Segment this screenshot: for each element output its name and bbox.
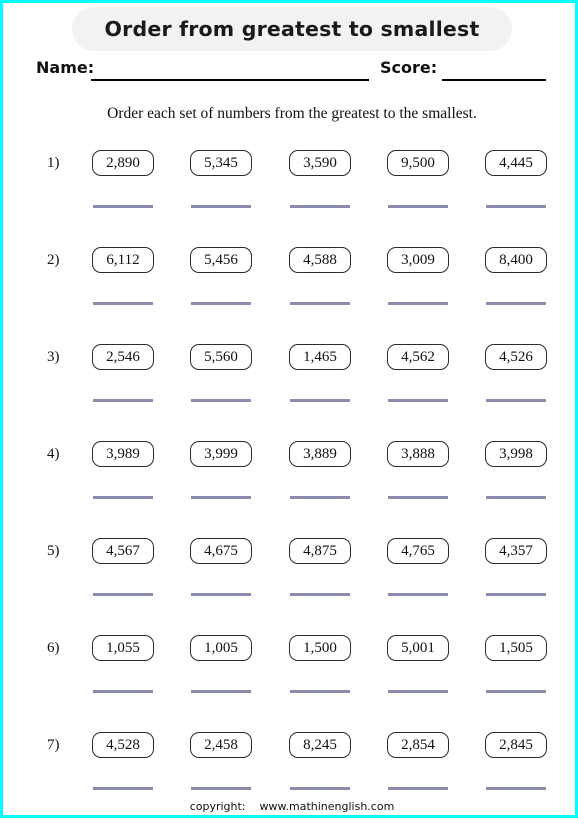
- problem-row: 4) 3,989 3,999 3,889 3,888 3,998: [3, 436, 578, 526]
- answer-blank[interactable]: [486, 787, 546, 790]
- answer-blank[interactable]: [93, 399, 153, 402]
- number-box: 5,560: [190, 344, 252, 370]
- number-box: 4,357: [485, 538, 547, 564]
- number-box: 3,590: [289, 150, 351, 176]
- number-box: 4,528: [92, 732, 154, 758]
- number-box: 5,345: [190, 150, 252, 176]
- number-box: 4,875: [289, 538, 351, 564]
- number-box: 4,526: [485, 344, 547, 370]
- answer-blank[interactable]: [388, 302, 448, 305]
- row-number-label: 7): [47, 737, 60, 753]
- number-box: 1,005: [190, 635, 252, 661]
- answer-blank[interactable]: [486, 399, 546, 402]
- answer-blank[interactable]: [486, 593, 546, 596]
- number-box: 3,989: [92, 441, 154, 467]
- answer-blank[interactable]: [290, 690, 350, 693]
- answer-blank[interactable]: [290, 205, 350, 208]
- number-box: 1,465: [289, 344, 351, 370]
- number-box: 3,998: [485, 441, 547, 467]
- number-box: 4,765: [387, 538, 449, 564]
- answer-blank[interactable]: [191, 205, 251, 208]
- answer-blank[interactable]: [486, 302, 546, 305]
- number-box: 8,245: [289, 732, 351, 758]
- number-box: 3,888: [387, 441, 449, 467]
- row-number-label: 5): [47, 543, 60, 559]
- number-box: 1,505: [485, 635, 547, 661]
- website-url: www.mathinenglish.com: [259, 800, 395, 813]
- answer-blank[interactable]: [486, 496, 546, 499]
- number-box: 6,112: [92, 247, 154, 273]
- copyright-label: copyright:: [189, 800, 246, 813]
- answer-blank[interactable]: [93, 205, 153, 208]
- answer-blank[interactable]: [388, 593, 448, 596]
- answer-blank[interactable]: [388, 399, 448, 402]
- answer-blank[interactable]: [93, 302, 153, 305]
- number-box: 2,546: [92, 344, 154, 370]
- answer-blank[interactable]: [191, 787, 251, 790]
- row-number-label: 3): [47, 349, 60, 365]
- row-number-label: 4): [47, 446, 60, 462]
- problem-row: 5) 4,567 4,675 4,875 4,765 4,357: [3, 533, 578, 623]
- number-box: 9,500: [387, 150, 449, 176]
- answer-blank[interactable]: [191, 593, 251, 596]
- answer-blank[interactable]: [93, 593, 153, 596]
- answer-blank[interactable]: [290, 399, 350, 402]
- number-box: 8,400: [485, 247, 547, 273]
- worksheet-page: Order from greatest to smallest Name: Sc…: [0, 0, 578, 818]
- problem-row: 6) 1,055 1,005 1,500 5,001 1,505: [3, 630, 578, 720]
- number-box: 5,456: [190, 247, 252, 273]
- number-box: 3,009: [387, 247, 449, 273]
- number-box: 2,458: [190, 732, 252, 758]
- answer-blank[interactable]: [191, 399, 251, 402]
- problem-row: 1) 2,890 5,345 3,590 9,500 4,445: [3, 145, 578, 235]
- answer-blank[interactable]: [388, 496, 448, 499]
- answer-blank[interactable]: [486, 690, 546, 693]
- answer-blank[interactable]: [290, 496, 350, 499]
- row-number-label: 2): [47, 252, 60, 268]
- problem-row: 2) 6,112 5,456 4,588 3,009 8,400: [3, 242, 578, 332]
- number-box: 4,562: [387, 344, 449, 370]
- problem-rows: 1) 2,890 5,345 3,590 9,500 4,445 2) 6,112 5,456 4…: [3, 3, 578, 821]
- answer-blank[interactable]: [290, 593, 350, 596]
- answer-blank[interactable]: [93, 496, 153, 499]
- answer-blank[interactable]: [388, 787, 448, 790]
- answer-blank[interactable]: [191, 496, 251, 499]
- number-box: 2,854: [387, 732, 449, 758]
- number-box: 1,055: [92, 635, 154, 661]
- number-box: 4,588: [289, 247, 351, 273]
- answer-blank[interactable]: [486, 205, 546, 208]
- answer-blank[interactable]: [290, 302, 350, 305]
- number-box: 2,845: [485, 732, 547, 758]
- number-box: 2,890: [92, 150, 154, 176]
- problem-row: 3) 2,546 5,560 1,465 4,562 4,526: [3, 339, 578, 429]
- number-box: 4,567: [92, 538, 154, 564]
- answer-blank[interactable]: [388, 205, 448, 208]
- row-number-label: 6): [47, 640, 60, 656]
- footer: copyright: www.mathinenglish.com: [3, 800, 578, 813]
- answer-blank[interactable]: [290, 787, 350, 790]
- number-box: 1,500: [289, 635, 351, 661]
- answer-blank[interactable]: [388, 690, 448, 693]
- number-box: 4,675: [190, 538, 252, 564]
- number-box: 3,999: [190, 441, 252, 467]
- number-box: 3,889: [289, 441, 351, 467]
- number-box: 4,445: [485, 150, 547, 176]
- number-box: 5,001: [387, 635, 449, 661]
- answer-blank[interactable]: [191, 690, 251, 693]
- answer-blank[interactable]: [191, 302, 251, 305]
- answer-blank[interactable]: [93, 690, 153, 693]
- answer-blank[interactable]: [93, 787, 153, 790]
- row-number-label: 1): [47, 155, 60, 171]
